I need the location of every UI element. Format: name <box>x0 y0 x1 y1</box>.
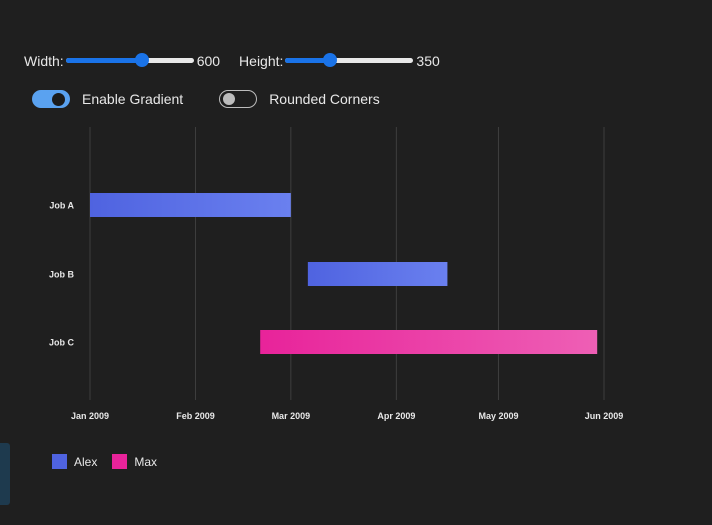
legend-swatch-alex <box>52 454 67 469</box>
gantt-chart: Job A Job B Job C Jan 2009 Feb 2009 Mar 2009… <box>49 127 623 421</box>
side-panel-tab[interactable] <box>0 443 10 505</box>
x-tick-label: Jan 2009 <box>71 411 109 421</box>
y-tick-label: Job A <box>49 201 74 211</box>
x-tick-label: Feb 2009 <box>176 411 215 421</box>
legend-item-max[interactable]: Max <box>112 454 157 469</box>
x-axis-labels: Jan 2009 Feb 2009 Mar 2009 Apr 2009 May 2009… <box>71 411 623 421</box>
x-tick-label: Mar 2009 <box>272 411 311 421</box>
legend: Alex Max <box>52 454 172 469</box>
bars <box>90 193 598 354</box>
legend-item-alex[interactable]: Alex <box>52 454 97 469</box>
legend-label-max: Max <box>134 454 158 469</box>
legend-swatch-max <box>112 454 128 469</box>
task-bar[interactable] <box>260 330 598 354</box>
x-tick-label: May 2009 <box>478 411 518 421</box>
x-tick-label: Apr 2009 <box>377 411 415 421</box>
y-axis-labels: Job A Job B Job C <box>49 201 75 348</box>
task-bar[interactable] <box>307 262 448 286</box>
legend-label-alex: Alex <box>74 454 98 469</box>
x-tick-label: Jun 2009 <box>585 411 624 421</box>
task-bar[interactable] <box>90 193 291 217</box>
y-tick-label: Job C <box>49 338 75 348</box>
y-tick-label: Job B <box>49 270 75 280</box>
